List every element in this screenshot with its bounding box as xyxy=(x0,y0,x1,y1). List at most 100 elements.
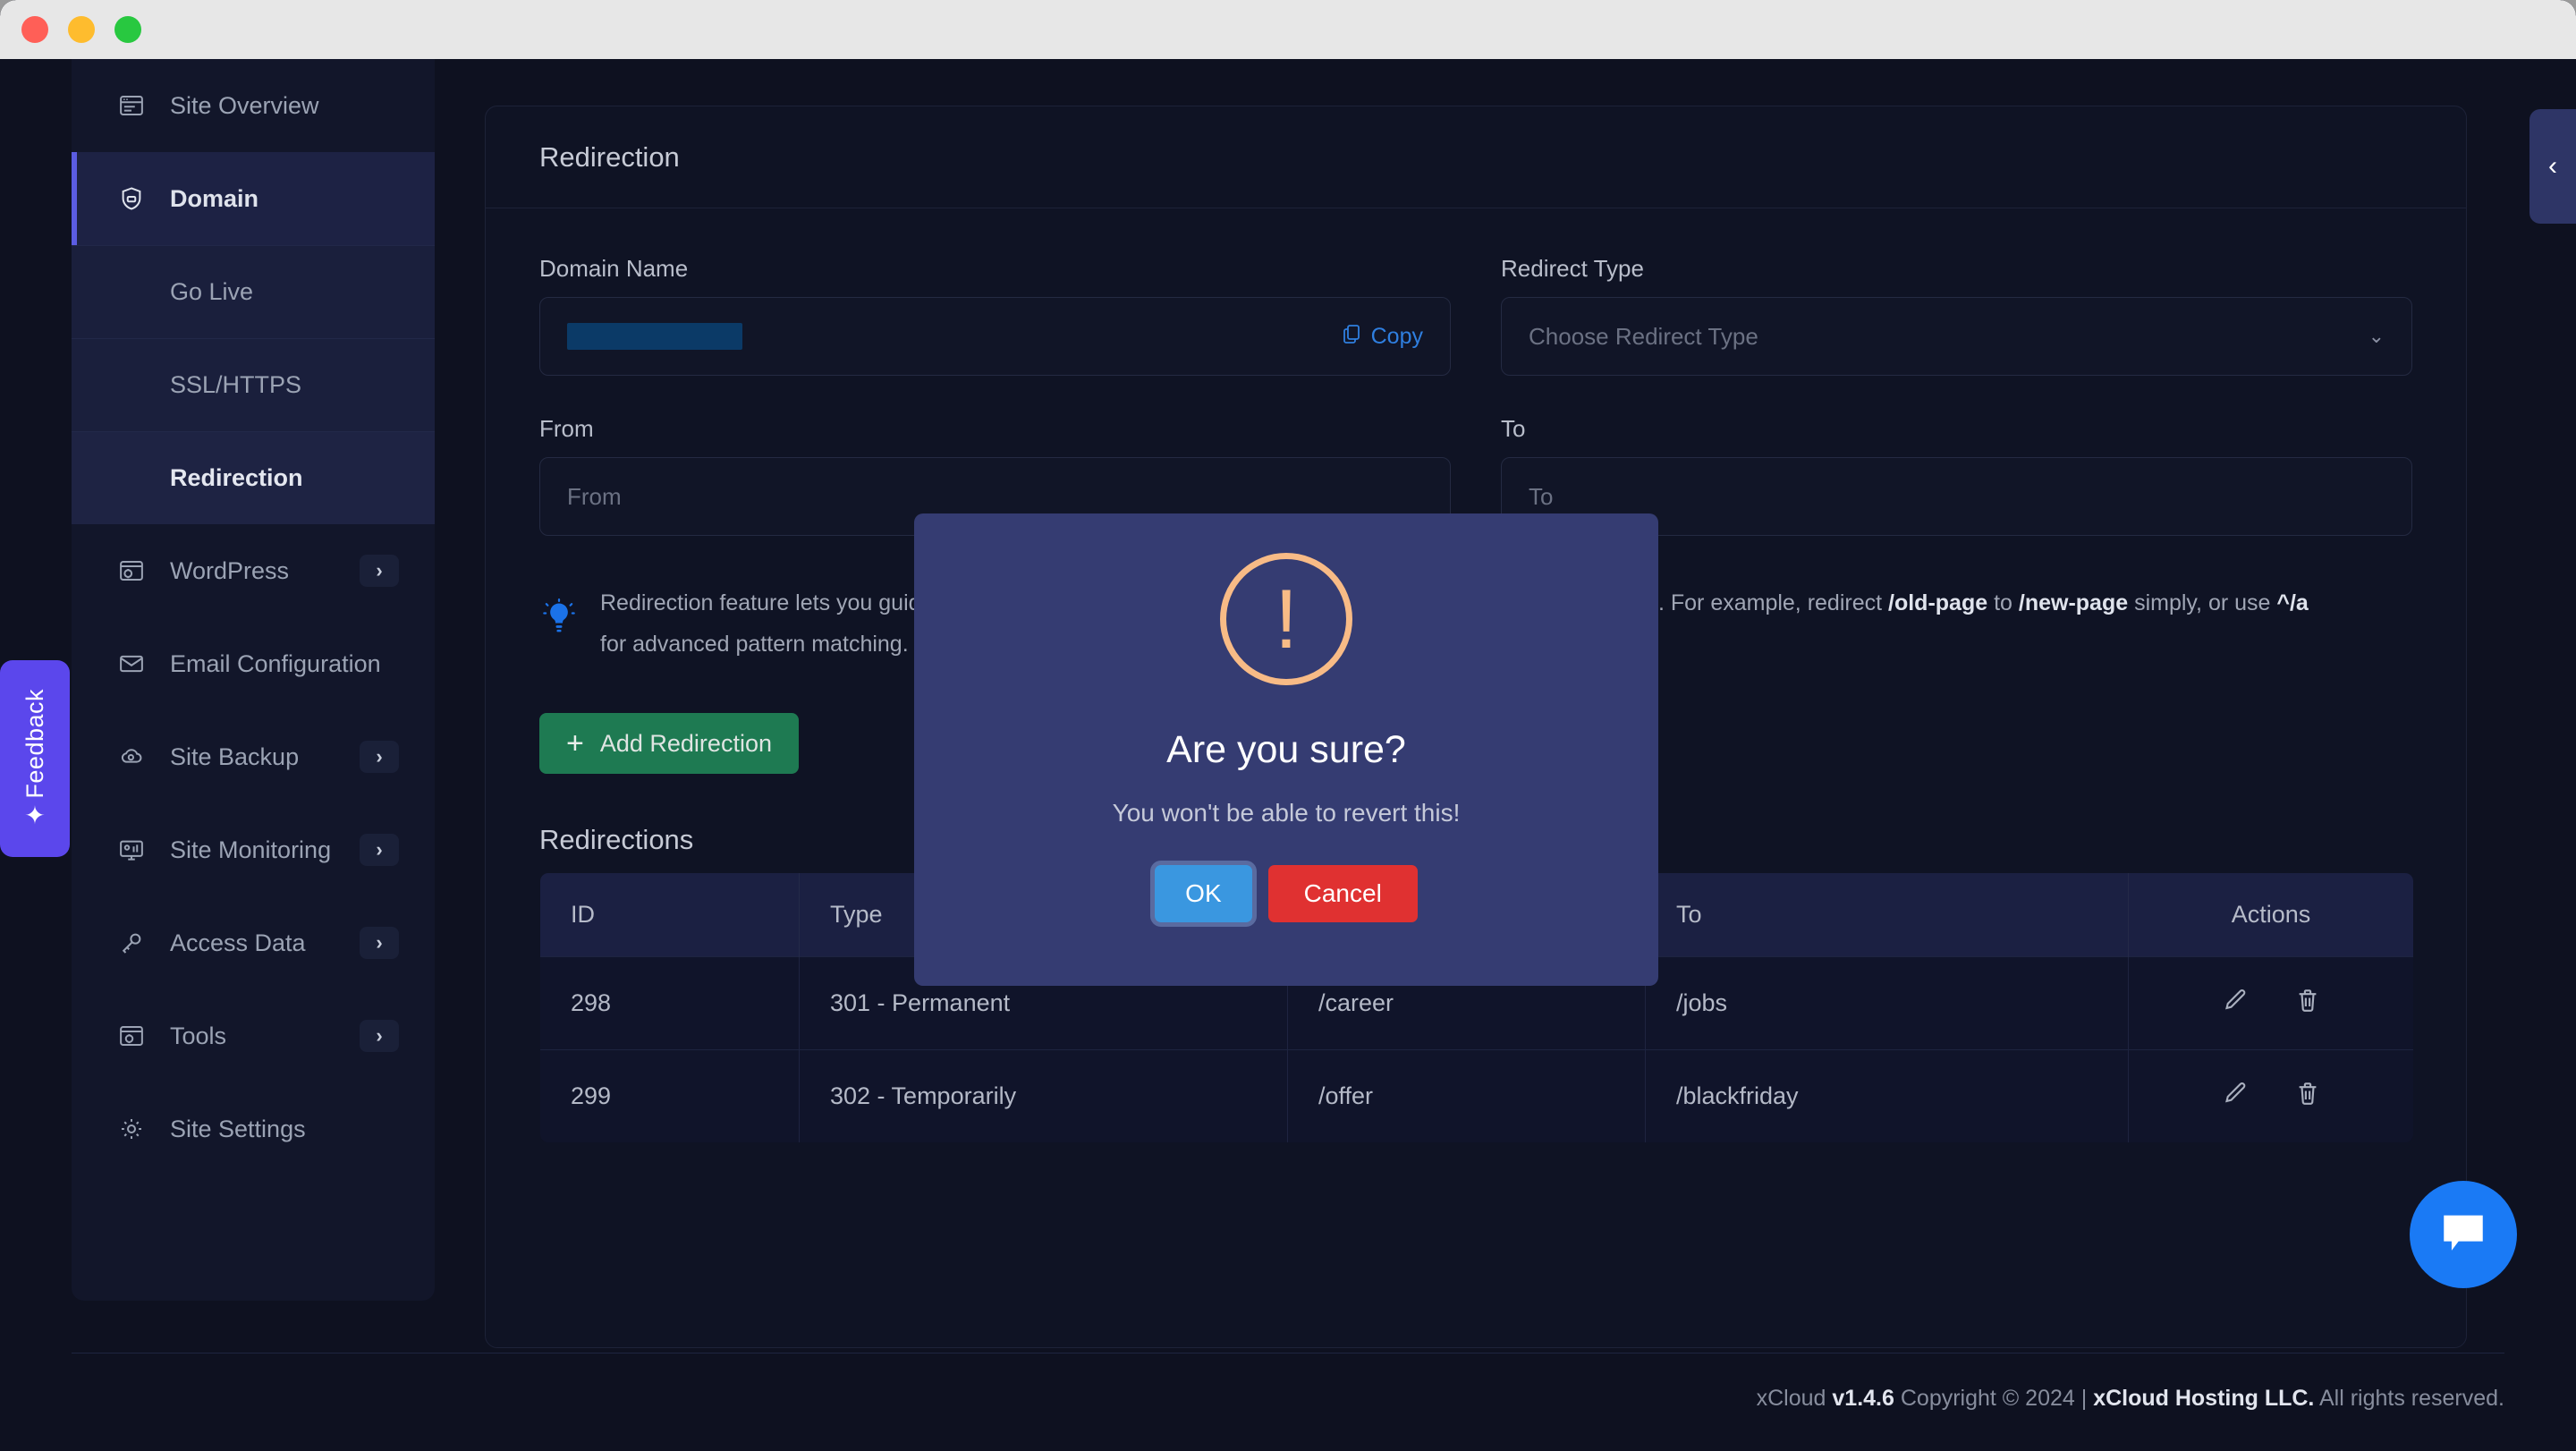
cell-actions xyxy=(2129,1050,2414,1143)
sparkles-icon: ✦ xyxy=(24,803,45,828)
hint-part-3: to xyxy=(1987,590,2012,615)
chevron-down-icon[interactable]: ⌄ xyxy=(2368,325,2385,348)
footer: xCloud v1.4.6 Copyright © 2024 | xCloud … xyxy=(72,1353,2504,1412)
redirection-form: Domain Name Copy Redirect xyxy=(486,208,2466,536)
cloud-backup-icon xyxy=(116,742,147,772)
chevron-right-icon[interactable]: › xyxy=(360,1020,399,1052)
sidebar-item-label: Site Backup xyxy=(170,743,360,771)
from-label: From xyxy=(539,415,1451,443)
feedback-button[interactable]: Feedback ✦ xyxy=(0,660,70,857)
page-title: Redirection xyxy=(539,141,680,174)
domain-name-label: Domain Name xyxy=(539,255,1451,283)
key-icon xyxy=(116,928,147,958)
cancel-button[interactable]: Cancel xyxy=(1268,865,1418,922)
sidebar-subitem-label: Go Live xyxy=(170,278,253,306)
to-placeholder: To xyxy=(1529,483,1553,511)
window-titlebar xyxy=(0,0,2576,59)
card-header: Redirection xyxy=(486,106,2466,208)
maximize-window-button[interactable] xyxy=(114,16,141,43)
sidebar-subgroup-domain: Go Live SSL/HTTPS Redirection xyxy=(72,245,435,524)
from-placeholder: From xyxy=(567,483,622,511)
collapse-panel-button[interactable]: ‹ xyxy=(2529,109,2576,224)
chevron-right-icon[interactable]: › xyxy=(360,927,399,959)
sidebar-item-site-settings[interactable]: Site Settings xyxy=(72,1082,435,1175)
redirect-type-field-group: Redirect Type Choose Redirect Type ⌄ xyxy=(1501,255,2412,376)
footer-copyright: Copyright © 2024 | xyxy=(1901,1386,2087,1411)
trash-icon[interactable] xyxy=(2294,1080,2321,1113)
chevron-right-icon[interactable]: › xyxy=(360,555,399,587)
dialog-title: Are you sure? xyxy=(1166,728,1406,772)
edit-pencil-icon[interactable] xyxy=(2221,1080,2248,1113)
plus-icon: + xyxy=(566,728,584,759)
monitor-chart-icon xyxy=(116,835,147,865)
sidebar-item-label: Site Settings xyxy=(170,1116,399,1143)
column-header-actions: Actions xyxy=(2129,873,2414,957)
table-row: 299 302 - Temporarily /offer /blackfrida… xyxy=(540,1050,2414,1143)
footer-rights: All rights reserved. xyxy=(2319,1386,2504,1411)
sidebar-item-ssl-https[interactable]: SSL/HTTPS xyxy=(72,338,435,431)
to-label: To xyxy=(1501,415,2412,443)
hint-caret-pattern: ^/a xyxy=(2276,590,2308,615)
sidebar-item-label: Site Monitoring xyxy=(170,836,360,864)
warning-glyph: ! xyxy=(1275,577,1298,661)
shield-https-icon xyxy=(116,183,147,214)
footer-brand: xCloud xyxy=(1757,1386,1826,1411)
column-header-id[interactable]: ID xyxy=(540,873,800,957)
sidebar-item-wordpress[interactable]: WordPress › xyxy=(72,524,435,617)
sidebar-subitem-label: SSL/HTTPS xyxy=(170,371,301,399)
add-redirection-button[interactable]: + Add Redirection xyxy=(539,713,799,774)
sidebar-item-domain[interactable]: Domain xyxy=(72,152,435,245)
cell-id: 298 xyxy=(540,957,800,1050)
sidebar-item-label: Tools xyxy=(170,1022,360,1050)
sidebar-item-site-overview[interactable]: Site Overview xyxy=(72,59,435,152)
sidebar: Site Overview Domain Go Live SSL/HTTPS R… xyxy=(72,59,435,1301)
sidebar-item-label: Domain xyxy=(170,185,399,213)
wordpress-icon xyxy=(116,556,147,586)
cell-to: /jobs xyxy=(1646,957,2129,1050)
cell-actions xyxy=(2129,957,2414,1050)
sidebar-item-redirection[interactable]: Redirection xyxy=(72,431,435,524)
sidebar-item-access-data[interactable]: Access Data › xyxy=(72,896,435,989)
chat-support-button[interactable] xyxy=(2410,1181,2517,1288)
cell-id: 299 xyxy=(540,1050,800,1143)
feedback-label: Feedback xyxy=(21,689,49,799)
dialog-actions: OK Cancel xyxy=(1155,865,1418,922)
chevron-right-icon[interactable]: › xyxy=(360,834,399,866)
redirect-type-select[interactable]: Choose Redirect Type ⌄ xyxy=(1501,297,2412,376)
copy-button-label: Copy xyxy=(1371,324,1423,350)
domain-name-field-group: Domain Name Copy xyxy=(539,255,1451,376)
trash-icon[interactable] xyxy=(2294,987,2321,1020)
site-overview-icon xyxy=(116,90,147,121)
redirect-type-value: Choose Redirect Type xyxy=(1529,323,1758,351)
close-window-button[interactable] xyxy=(21,16,48,43)
sidebar-item-email-configuration[interactable]: Email Configuration xyxy=(72,617,435,710)
chevron-left-icon: ‹ xyxy=(2548,151,2557,182)
hint-new-page: /new-page xyxy=(2019,590,2128,615)
column-header-to[interactable]: To xyxy=(1646,873,2129,957)
sidebar-item-site-backup[interactable]: Site Backup › xyxy=(72,710,435,803)
sidebar-item-label: WordPress xyxy=(170,557,360,585)
edit-pencil-icon[interactable] xyxy=(2221,987,2248,1020)
redirect-type-label: Redirect Type xyxy=(1501,255,2412,283)
warning-exclamation-icon: ! xyxy=(1220,553,1352,685)
confirm-dialog: ! Are you sure? You won't be able to rev… xyxy=(914,513,1658,986)
sidebar-item-tools[interactable]: Tools › xyxy=(72,989,435,1082)
minimize-window-button[interactable] xyxy=(68,16,95,43)
chat-bubble-icon xyxy=(2437,1207,2489,1263)
cell-to: /blackfriday xyxy=(1646,1050,2129,1143)
gear-icon xyxy=(116,1114,147,1144)
chevron-right-icon[interactable]: › xyxy=(360,741,399,773)
add-redirection-label: Add Redirection xyxy=(600,730,772,758)
sidebar-item-label: Email Configuration xyxy=(170,650,399,678)
copy-icon xyxy=(1341,322,1362,352)
sidebar-item-site-monitoring[interactable]: Site Monitoring › xyxy=(72,803,435,896)
sidebar-item-label: Access Data xyxy=(170,929,360,957)
hint-part-4: simply, or use xyxy=(2128,590,2276,615)
hint-part-5: for advanced pattern matching. xyxy=(600,632,909,657)
ok-button[interactable]: OK xyxy=(1155,865,1251,922)
sidebar-item-go-live[interactable]: Go Live xyxy=(72,245,435,338)
domain-name-input[interactable]: Copy xyxy=(539,297,1451,376)
tools-browser-icon xyxy=(116,1021,147,1051)
copy-button[interactable]: Copy xyxy=(1341,322,1423,352)
footer-version: v1.4.6 xyxy=(1832,1386,1894,1411)
